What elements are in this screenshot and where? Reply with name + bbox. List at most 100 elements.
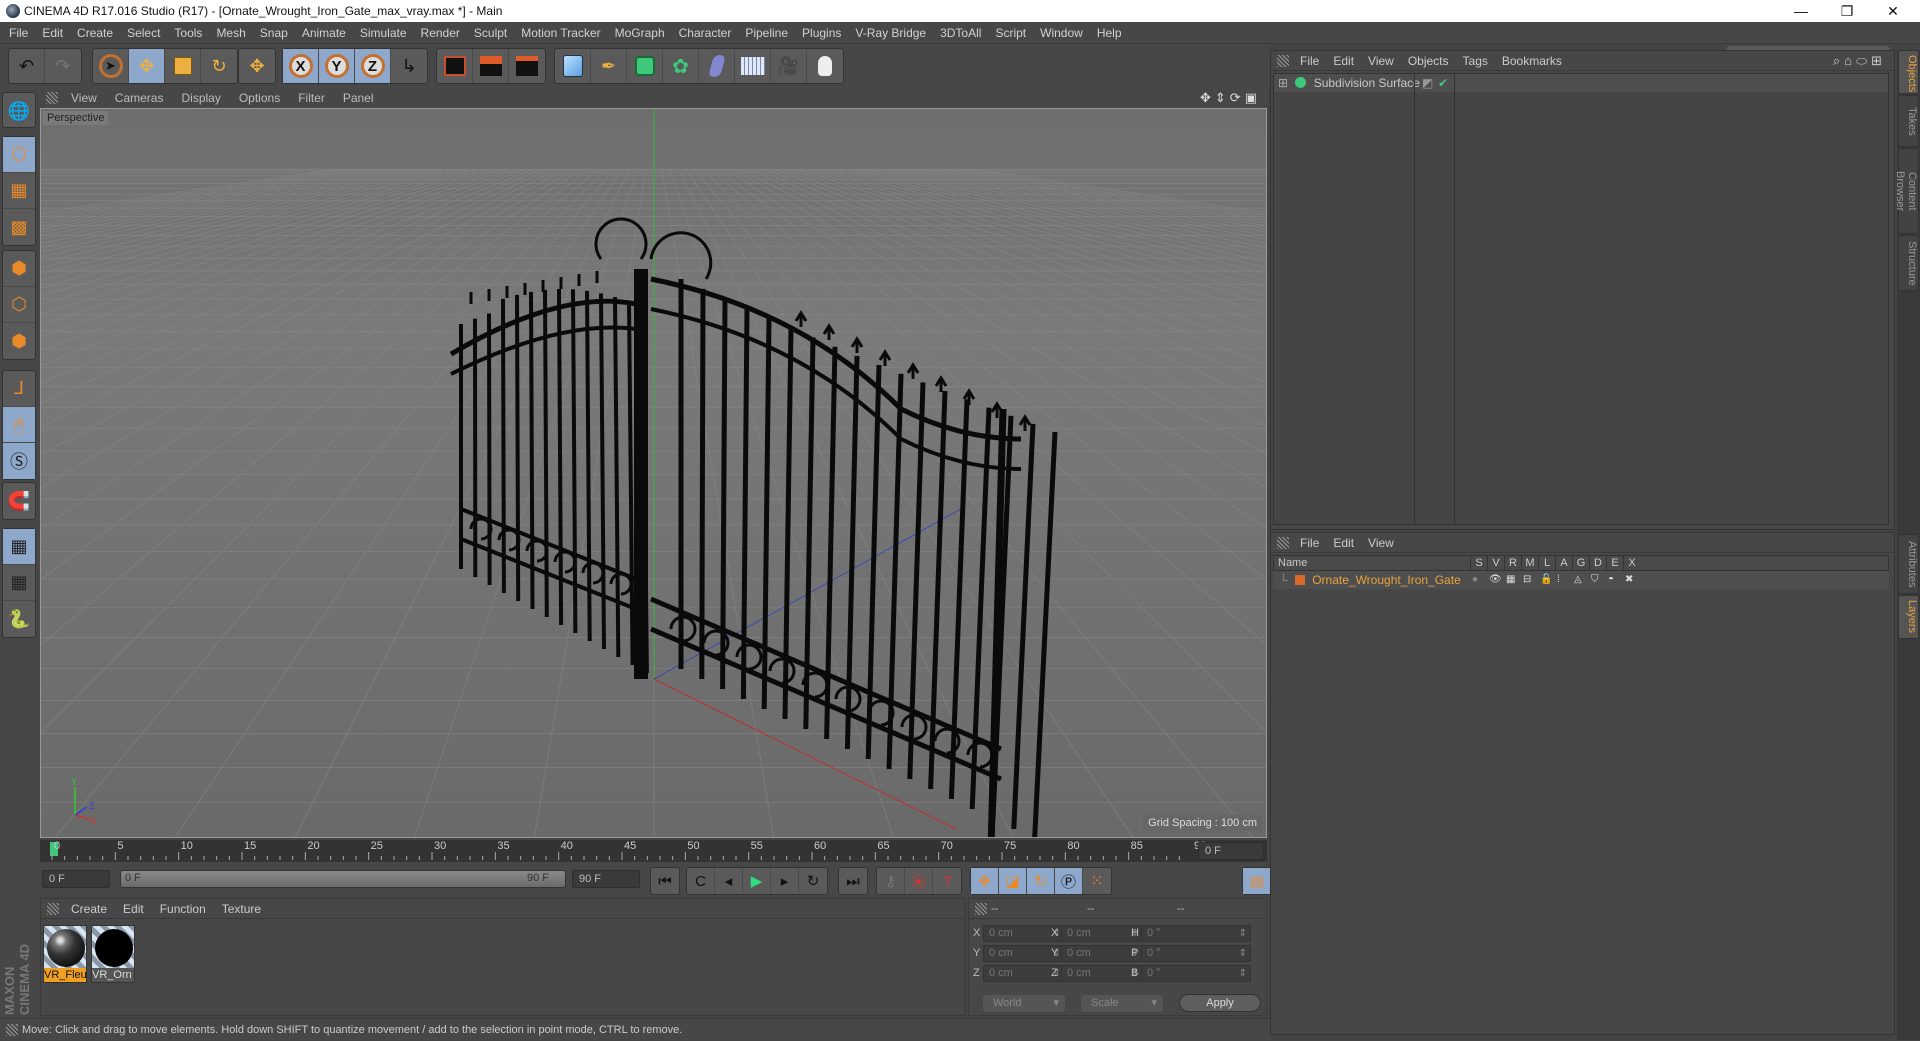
menu-animate[interactable]: Animate	[295, 22, 353, 44]
viewport-menu-filter[interactable]: Filter	[289, 88, 334, 108]
render-view-icon[interactable]	[437, 49, 473, 83]
side-tab-objects[interactable]: Objects	[1898, 50, 1919, 94]
editor-visibility-icon[interactable]: ◩	[1422, 74, 1433, 92]
lock-icon[interactable]: 🔓	[1540, 571, 1552, 589]
texture-mode-icon[interactable]: ▦	[3, 173, 35, 209]
viewport-menu-display[interactable]: Display	[172, 88, 229, 108]
panel-grip-icon[interactable]	[975, 903, 987, 915]
new-window-icon[interactable]: ⊞	[1871, 53, 1886, 68]
coordinate-mode-dropdown[interactable]: World	[983, 995, 1065, 1012]
end-frame-field[interactable]: 90 F	[572, 870, 640, 888]
menu-character[interactable]: Character	[672, 22, 739, 44]
timeline-ruler[interactable]: 051015202530354045505560657075808590 0 F	[40, 840, 1267, 862]
axis-mode-icon[interactable]: ⅃	[3, 371, 35, 407]
manager-icon[interactable]: ⊟	[1523, 571, 1531, 589]
floor-icon[interactable]	[735, 49, 771, 83]
object-menu-edit[interactable]: Edit	[1326, 51, 1361, 71]
material-swatch[interactable]: VR_Fleu	[43, 925, 87, 983]
panel-grip-icon[interactable]	[1277, 537, 1289, 549]
redo-icon[interactable]: ↷	[45, 49, 81, 83]
start-frame-field[interactable]: 0 F	[42, 870, 110, 888]
subdivision-icon[interactable]	[627, 49, 663, 83]
menu-render[interactable]: Render	[414, 22, 467, 44]
rotation-field[interactable]: 0 °	[1141, 965, 1251, 982]
layer-color-swatch[interactable]	[1295, 575, 1305, 585]
column-d[interactable]: D	[1589, 556, 1606, 570]
material-menu-create[interactable]: Create	[63, 899, 115, 919]
menu-file[interactable]: File	[2, 22, 35, 44]
deformer-icon[interactable]	[699, 49, 735, 83]
key-rotation-icon[interactable]: ↻	[1027, 868, 1055, 894]
column-x[interactable]: X	[1623, 556, 1640, 570]
home-icon[interactable]: ⌂	[1844, 53, 1856, 68]
deformers-icon[interactable]: ⛉	[1591, 571, 1599, 589]
menu-3dtoall[interactable]: 3DToAll	[933, 22, 988, 44]
lock-workplane-icon[interactable]: ▦	[3, 529, 35, 565]
panel-grip-icon[interactable]	[46, 92, 58, 104]
undo-icon[interactable]: ↶	[9, 49, 45, 83]
column-v[interactable]: V	[1487, 556, 1504, 570]
tweak-mode-icon[interactable]: 🖱	[3, 407, 35, 443]
rotation-field[interactable]: 0 °	[1141, 925, 1251, 942]
object-name[interactable]: Subdivision Surface	[1314, 76, 1420, 90]
column-e[interactable]: E	[1606, 556, 1623, 570]
3d-viewport[interactable]: Perspective Grid Spacing : 100 cm Y Z X	[40, 108, 1267, 838]
object-menu-file[interactable]: File	[1293, 51, 1326, 71]
close-button[interactable]: ✕	[1870, 0, 1916, 22]
move-view-icon[interactable]: ✥	[1200, 90, 1215, 105]
side-tab-content-browser[interactable]: Content Browser	[1898, 148, 1919, 234]
object-menu-bookmarks[interactable]: Bookmarks	[1495, 51, 1569, 71]
autokey-icon[interactable]: ⦿	[905, 868, 933, 894]
layer-name[interactable]: Ornate_Wrought_Iron_Gate	[1312, 573, 1461, 587]
menu-sculpt[interactable]: Sculpt	[467, 22, 514, 44]
render-clapper-icon[interactable]: ▦	[1506, 571, 1515, 589]
object-row[interactable]: ⊞ Subdivision Surface ◩ ✔	[1274, 74, 1888, 92]
object-menu-tags[interactable]: Tags	[1456, 51, 1495, 71]
mograph-cloner-icon[interactable]: ✿	[663, 49, 699, 83]
filter-icon[interactable]: ⬭	[1856, 53, 1871, 68]
step-forward-icon[interactable]: ▸	[771, 868, 799, 894]
z-axis-icon[interactable]: Z	[355, 49, 391, 83]
cube-icon[interactable]	[555, 49, 591, 83]
render-picture-viewer-icon[interactable]	[473, 49, 509, 83]
menu-help[interactable]: Help	[1090, 22, 1129, 44]
live-selection-icon[interactable]: ➤	[93, 49, 129, 83]
layer-menu-view[interactable]: View	[1361, 533, 1401, 553]
zoom-view-icon[interactable]: ⇕	[1215, 90, 1230, 105]
expressions-icon[interactable]: ◓	[1608, 571, 1614, 589]
menu-script[interactable]: Script	[988, 22, 1033, 44]
goto-end-icon[interactable]: ⏭	[839, 868, 867, 894]
size-mode-dropdown[interactable]: Scale	[1081, 995, 1163, 1012]
apply-button[interactable]: Apply	[1179, 994, 1261, 1012]
view-eye-icon[interactable]: 👁	[1489, 571, 1502, 589]
points-mode-icon[interactable]: ⬢	[3, 251, 35, 287]
goto-next-key-icon[interactable]: ↻	[799, 868, 827, 894]
edges-mode-icon[interactable]: ⬡	[3, 287, 35, 323]
solo-mode-icon[interactable]: Ⓢ	[3, 443, 35, 479]
key-parameter-icon[interactable]: Ⓟ	[1055, 868, 1083, 894]
layer-menu-edit[interactable]: Edit	[1326, 533, 1361, 553]
viewport-menu-cameras[interactable]: Cameras	[106, 88, 173, 108]
restore-button[interactable]: ❐	[1824, 0, 1870, 22]
menu-create[interactable]: Create	[70, 22, 120, 44]
workplane-mode-icon[interactable]: ▩	[3, 209, 35, 245]
generators-icon[interactable]: ◬	[1574, 571, 1582, 589]
toggle-layout-icon[interactable]: ▣	[1245, 90, 1261, 105]
menu-mograph[interactable]: MoGraph	[608, 22, 672, 44]
enabled-check-icon[interactable]: ✔	[1438, 74, 1448, 92]
x-axis-icon[interactable]: X	[283, 49, 319, 83]
step-back-icon[interactable]: ◂	[715, 868, 743, 894]
viewport-menu-options[interactable]: Options	[230, 88, 289, 108]
panel-grip-icon[interactable]	[1277, 55, 1289, 67]
xref-icon[interactable]: ✖	[1625, 571, 1633, 589]
menu-v-ray-bridge[interactable]: V-Ray Bridge	[848, 22, 933, 44]
material-menu-texture[interactable]: Texture	[214, 899, 269, 919]
side-tab-takes[interactable]: Takes	[1898, 95, 1919, 147]
expand-icon[interactable]: ⊞	[1278, 76, 1288, 90]
move-icon[interactable]: ✥	[129, 49, 165, 83]
workplane-rotate-icon[interactable]: ▦	[3, 565, 35, 601]
search-icon[interactable]: ⌕	[1833, 53, 1844, 68]
menu-mesh[interactable]: Mesh	[209, 22, 252, 44]
column-a[interactable]: A	[1555, 556, 1572, 570]
timeline-window-icon[interactable]: ▤	[1243, 868, 1271, 894]
